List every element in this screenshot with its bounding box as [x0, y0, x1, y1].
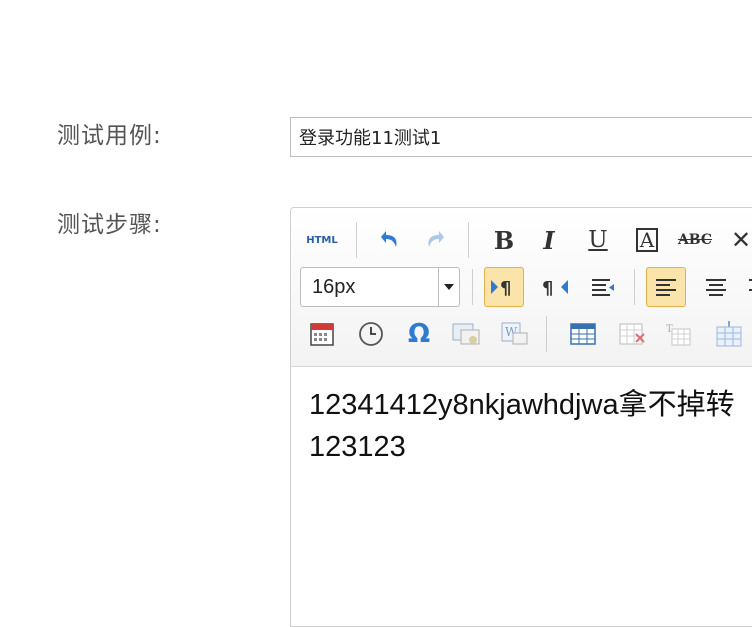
editor-content[interactable]: 12341412y8nkjawhdjwa拿不掉转 123123 [309, 384, 752, 468]
content-line: 12341412y8nkjawhdjwa拿不掉转 [309, 389, 735, 421]
word-image-button[interactable]: W [494, 314, 534, 354]
underline-icon: U [588, 227, 608, 253]
align-right-icon [749, 279, 752, 291]
chevron-down-icon[interactable] [438, 268, 459, 306]
font-border-icon: A [635, 228, 659, 252]
table-icon [570, 323, 596, 345]
case-label: 测试用例: [57, 123, 162, 149]
word-image-icon: W [501, 322, 528, 345]
strikethrough-button[interactable]: ABC [675, 220, 715, 260]
rtl-button[interactable]: ¶ [536, 267, 576, 307]
insert-row-button[interactable] [709, 314, 749, 354]
image-icon [452, 323, 480, 345]
content-line: 123123 [309, 431, 406, 463]
table-title-button[interactable]: T [658, 314, 698, 354]
delete-table-button[interactable] [613, 314, 653, 354]
redo-button[interactable] [416, 220, 456, 260]
font-size-value: 16px [312, 275, 356, 298]
case-name-input[interactable] [290, 117, 752, 157]
align-center-button[interactable] [696, 267, 736, 307]
strikethrough-icon: ABC [677, 232, 713, 248]
rtl-icon: ¶ [542, 278, 568, 298]
steps-label: 测试步骤: [57, 212, 162, 238]
bold-icon: B [493, 225, 515, 255]
remove-format-button[interactable]: ✕ [721, 220, 752, 260]
html-source-icon: HTML [306, 234, 338, 246]
html-source-button[interactable]: HTML [302, 220, 342, 260]
undo-icon [381, 231, 397, 247]
align-left-icon [656, 279, 676, 296]
table-title-icon: T [666, 324, 691, 346]
indent-button[interactable] [583, 267, 623, 307]
insert-row-icon [716, 321, 742, 347]
align-center-icon [706, 279, 726, 296]
insert-table-button[interactable] [563, 314, 603, 354]
svg-text:¶: ¶ [500, 278, 511, 298]
insert-image-button[interactable] [446, 314, 486, 354]
ltr-icon: ¶ [491, 278, 511, 298]
undo-button[interactable] [369, 220, 409, 260]
editor-toolbar: HTML B I U A ABC ✕ 16px ¶ ¶ Ω W T [291, 208, 752, 367]
calendar-icon [310, 323, 334, 346]
omega-icon: Ω [407, 319, 431, 349]
indent-icon [592, 279, 614, 296]
italic-icon: I [543, 225, 555, 255]
clock-icon [359, 322, 383, 346]
insert-time-button[interactable] [351, 314, 391, 354]
bold-button[interactable]: B [484, 220, 524, 260]
align-right-button[interactable] [739, 267, 752, 307]
font-size-select[interactable]: 16px [300, 267, 460, 307]
svg-text:¶: ¶ [542, 278, 553, 298]
underline-button[interactable]: U [578, 220, 618, 260]
insert-date-button[interactable] [302, 314, 342, 354]
align-left-button[interactable] [646, 267, 686, 307]
delete-table-icon [619, 323, 645, 345]
italic-button[interactable]: I [529, 220, 569, 260]
special-char-button[interactable]: Ω [399, 314, 439, 354]
remove-format-icon: ✕ [730, 226, 752, 254]
redo-icon [428, 231, 444, 247]
font-border-button[interactable]: A [627, 220, 667, 260]
ltr-button[interactable]: ¶ [484, 267, 524, 307]
rich-text-editor: HTML B I U A ABC ✕ 16px ¶ ¶ Ω W T 123414… [290, 207, 752, 627]
